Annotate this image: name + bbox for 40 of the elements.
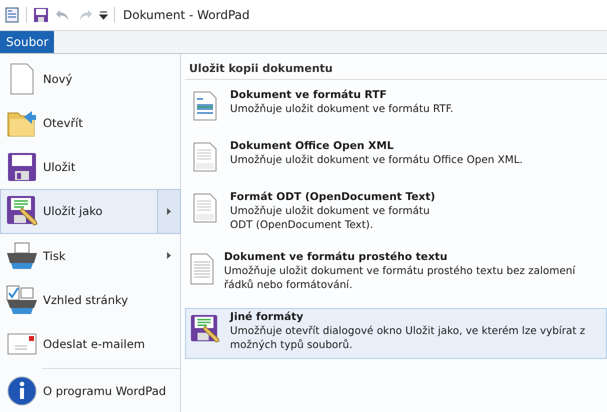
menu-item[interactable]: Vzhled stránky xyxy=(0,278,181,322)
menu-item[interactable]: Uložit xyxy=(0,145,181,190)
option-title: Dokument Office Open XML xyxy=(230,140,395,152)
save-format-option[interactable]: Formát ODT (OpenDocument Text) Umožňuje uložit dokument ve formátu ODT (OpenDocument Text). xyxy=(185,188,607,240)
envelope-icon xyxy=(7,332,37,355)
option-title: Dokument ve formátu prostého textu xyxy=(224,251,448,264)
menu-item[interactable]: O programu WordPad xyxy=(0,368,181,412)
document-icon xyxy=(193,91,217,121)
option-description: Umožňuje uložit dokument ve formátu Office Open XML. xyxy=(230,154,523,168)
option-description: Umožňuje otevřít dialogové okno Uložit jako, ve kterém lze vybírat z možných typů souborů. xyxy=(230,325,586,352)
floppy-disk-pen-icon xyxy=(6,195,38,228)
document-icon xyxy=(193,142,217,172)
menu-item[interactable]: Otevřít xyxy=(0,101,181,146)
save-format-option[interactable]: Dokument ve formátu prostého textu Umožňuje uložit dokument ve formátu prostého textu bez zalomení řádků nebo formátování. xyxy=(185,248,607,300)
menu-item[interactable]: Nový xyxy=(0,57,181,102)
save-format-option[interactable]: Dokument ve formátu RTF Umožňuje uložit dokument ve formátu RTF. xyxy=(185,86,607,128)
option-description: Umožňuje uložit dokument ve formátu prostého textu bez zalomení řádků nebo formátování. xyxy=(224,265,576,292)
option-description: Umožňuje uložit dokument ve formátu RTF. xyxy=(230,103,454,117)
menu-item[interactable]: Tisk xyxy=(0,234,181,278)
floppy-disk-pen-icon xyxy=(190,313,220,346)
window-title: Dokument - WordPad xyxy=(123,8,250,22)
save-format-option[interactable]: Jiné formáty Umožňuje otevřít dialogové okno Uložit jako, ve kterém lze vybírat z možných typů souborů. xyxy=(185,308,607,360)
wordpad-app-icon[interactable] xyxy=(4,7,20,23)
option-title: Dokument ve formátu RTF xyxy=(230,89,388,101)
option-title: Jiné formáty xyxy=(230,311,304,324)
customize-dropdown-icon[interactable] xyxy=(99,10,108,20)
printer-with-check-icon xyxy=(5,284,39,316)
menu-item[interactable]: Uložit jako xyxy=(0,189,181,234)
info-icon xyxy=(7,376,37,406)
menu-item[interactable]: Odeslat e-mailem xyxy=(0,322,181,366)
option-description: Umožňuje uložit dokument ve formátu ODT (OpenDocument Text). xyxy=(230,205,431,232)
option-title: Formát ODT (OpenDocument Text) xyxy=(230,191,436,203)
text-file-icon xyxy=(190,253,214,286)
document-icon xyxy=(193,193,217,223)
blank-page-icon xyxy=(10,63,34,96)
panel-heading: Uložit kopii dokumentu xyxy=(185,58,607,80)
save-icon[interactable] xyxy=(33,7,49,23)
save-format-option[interactable]: Dokument Office Open XML Umožňuje uložit dokument ve formátu Office Open XML. xyxy=(185,137,607,179)
printer-icon xyxy=(5,240,39,271)
ribbon-tab[interactable]: Soubor xyxy=(0,31,54,53)
